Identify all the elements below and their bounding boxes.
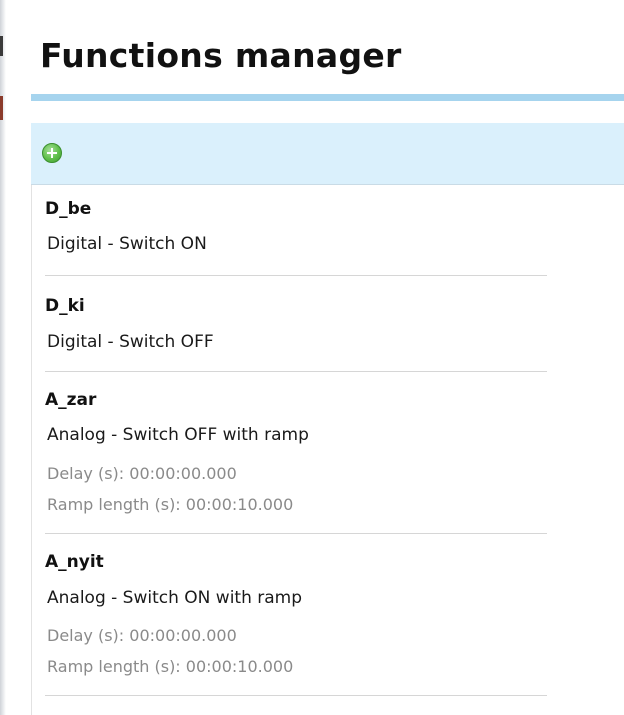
function-ramp-length: Ramp length (s): 00:00:10.000 [47,657,294,676]
function-type: Digital - Switch ON [47,234,207,254]
list-item[interactable]: D_ki Digital - Switch OFF [45,276,547,372]
function-name: D_be [45,199,92,219]
toolbar [31,123,624,185]
functions-list[interactable]: D_be Digital - Switch ON D_ki Digital - … [31,185,624,715]
function-name: D_ki [45,296,85,316]
list-item[interactable]: A_zar Analog - Switch OFF with ramp Dela… [45,372,547,534]
function-delay: Delay (s): 00:00:00.000 [47,464,237,483]
function-type: Analog - Switch ON with ramp [47,588,303,608]
functions-manager-window: Functions manager D_be Digital - Switch … [0,0,624,715]
list-item[interactable]: D_be Digital - Switch ON [45,185,547,276]
page-title: Functions manager [40,36,402,75]
add-circle-icon-stroke [51,148,53,158]
function-type: Digital - Switch OFF [47,332,214,352]
function-type: Analog - Switch OFF with ramp [47,425,309,445]
function-delay: Delay (s): 00:00:00.000 [47,626,237,645]
function-name: A_nyit [45,552,104,572]
add-function-button[interactable] [42,143,62,163]
edge-mark [0,96,3,120]
function-name: A_zar [45,390,97,410]
title-underline [31,94,624,101]
edge-mark [0,36,3,56]
function-ramp-length: Ramp length (s): 00:00:10.000 [47,495,294,514]
list-item[interactable]: A_nyit Analog - Switch ON with ramp Dela… [45,534,547,696]
window-left-edge [0,0,6,715]
